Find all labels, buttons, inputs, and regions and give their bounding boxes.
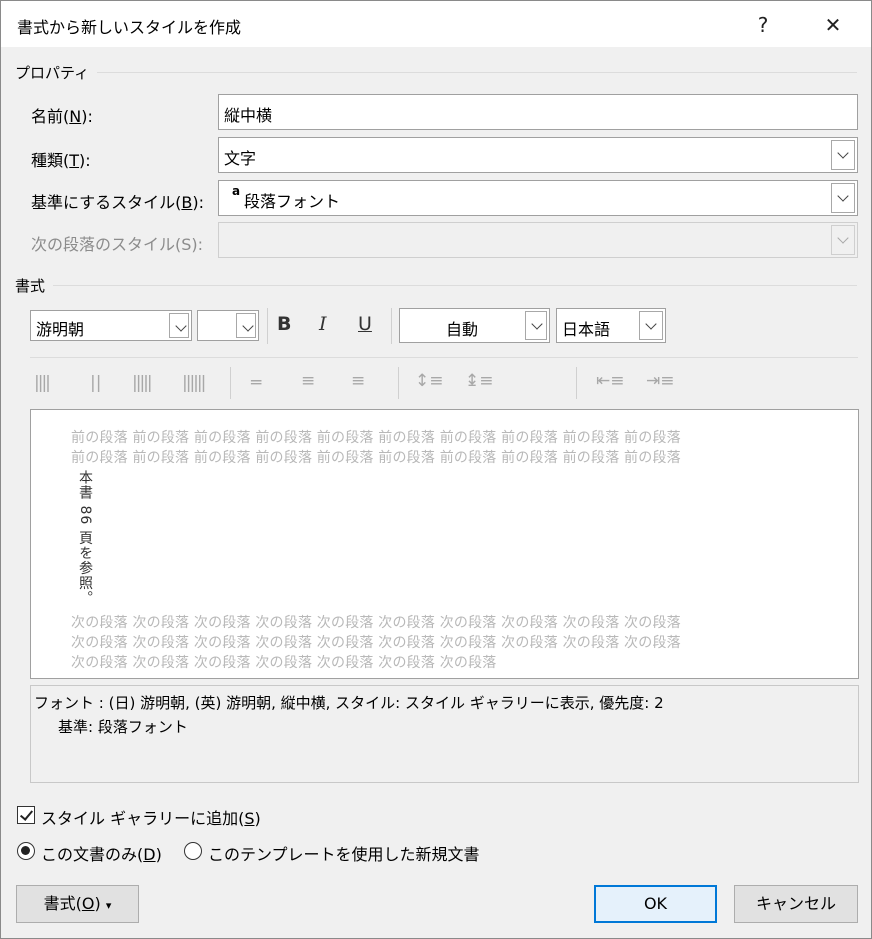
name-label: 名前(N): xyxy=(31,107,93,126)
add-to-gallery-checkbox[interactable] xyxy=(17,806,35,824)
chevron-down-icon[interactable] xyxy=(236,313,256,338)
name-input-value: 縦中横 xyxy=(224,106,273,125)
chevron-down-icon[interactable] xyxy=(831,183,855,213)
description-line: フォント : (日) 游明朝, (英) 游明朝, 縦中横, スタイル: スタイル… xyxy=(34,694,664,712)
format-divider xyxy=(53,285,857,286)
align-distributed-icon: |||| xyxy=(34,373,51,393)
toolbar-separator xyxy=(576,367,577,399)
chevron-down-icon xyxy=(831,225,855,255)
preview-next-line: 次の段落 次の段落 次の段落 次の段落 次の段落 次の段落 次の段落 xyxy=(71,655,497,671)
toolbar-separator xyxy=(267,308,268,344)
name-input[interactable]: 縦中横 xyxy=(218,94,858,130)
properties-divider xyxy=(97,72,857,73)
only-this-doc-label[interactable]: この文書のみ(D) xyxy=(41,841,162,865)
properties-section-label: プロパティ xyxy=(15,64,90,82)
type-select[interactable]: 文字 xyxy=(218,137,858,173)
toolbar-divider xyxy=(30,357,858,358)
align-spread-icon: |||||| xyxy=(182,373,206,393)
ok-button[interactable]: OK xyxy=(594,885,717,923)
base-style-select[interactable]: a 段落フォント xyxy=(218,180,858,216)
help-button[interactable]: ? xyxy=(741,9,785,41)
preview-next-line: 次の段落 次の段落 次の段落 次の段落 次の段落 次の段落 次の段落 次の段落 … xyxy=(71,615,681,631)
description-line: 基準: 段落フォント xyxy=(58,718,188,736)
preview-vertical-text: 本書 86 頁を参照。 xyxy=(77,470,93,606)
chevron-down-icon[interactable] xyxy=(169,313,189,338)
new-docs-radio[interactable] xyxy=(184,842,202,860)
base-style-value: 段落フォント xyxy=(244,192,341,211)
preview-prev-line: 前の段落 前の段落 前の段落 前の段落 前の段落 前の段落 前の段落 前の段落 … xyxy=(71,430,681,446)
cancel-button[interactable]: キャンセル xyxy=(734,885,858,923)
add-to-gallery-label[interactable]: スタイル ギャラリーに追加(S) xyxy=(41,805,261,829)
chevron-down-icon[interactable] xyxy=(639,311,663,340)
toolbar-separator xyxy=(230,367,231,399)
only-this-doc-radio[interactable] xyxy=(17,842,35,860)
increase-indent-icon: ⇥≡ xyxy=(646,371,675,391)
style-description: フォント : (日) 游明朝, (英) 游明朝, 縦中横, スタイル: スタイル… xyxy=(30,685,859,783)
spacing-double-icon: ≡ xyxy=(351,371,366,391)
toolbar-separator xyxy=(391,308,392,344)
type-select-value: 文字 xyxy=(224,149,257,168)
close-button[interactable]: ✕ xyxy=(811,9,855,41)
font-size-select[interactable] xyxy=(197,310,259,341)
spacing-single-icon: ═ xyxy=(251,373,262,393)
preview-next-line: 次の段落 次の段落 次の段落 次の段落 次の段落 次の段落 次の段落 次の段落 … xyxy=(71,635,681,651)
preview-prev-line: 前の段落 前の段落 前の段落 前の段落 前の段落 前の段落 前の段落 前の段落 … xyxy=(71,450,681,466)
bold-button[interactable]: B xyxy=(277,313,291,335)
font-color-value: 自動 xyxy=(446,320,479,339)
format-menu-button[interactable]: 書式(O) ▾ xyxy=(16,885,139,923)
chevron-down-icon[interactable] xyxy=(525,311,547,340)
dialog-title: 書式から新しいスタイルを作成 xyxy=(17,18,242,37)
title-bar: 書式から新しいスタイルを作成 ? ✕ xyxy=(1,1,871,47)
space-before-increase-icon: ↕≡ xyxy=(415,371,444,391)
character-style-icon: a xyxy=(232,184,241,198)
language-select[interactable]: 日本語 xyxy=(556,308,666,343)
language-value: 日本語 xyxy=(562,320,611,339)
italic-button[interactable]: I xyxy=(319,313,327,335)
spacing-onehalf-icon: ≡ xyxy=(301,371,316,391)
create-style-dialog: 書式から新しいスタイルを作成 ? ✕ プロパティ 名前(N): 縦中横 種類(T… xyxy=(0,0,872,939)
font-color-select[interactable]: 自動 xyxy=(399,308,550,343)
style-preview: 前の段落 前の段落 前の段落 前の段落 前の段落 前の段落 前の段落 前の段落 … xyxy=(30,409,859,679)
decrease-indent-icon: ⇤≡ xyxy=(596,371,625,391)
font-value: 游明朝 xyxy=(36,320,85,339)
format-section-label: 書式 xyxy=(15,277,46,295)
new-docs-label[interactable]: このテンプレートを使用した新規文書 xyxy=(208,841,480,865)
type-label: 種類(T): xyxy=(31,151,91,170)
space-before-decrease-icon: ↨≡ xyxy=(465,371,494,391)
underline-button[interactable]: U xyxy=(358,313,372,335)
align-center-icon: || xyxy=(90,373,102,393)
next-style-select[interactable] xyxy=(218,222,858,258)
caret-down-icon: ▾ xyxy=(105,899,112,912)
base-style-label: 基準にするスタイル(B): xyxy=(31,193,205,212)
chevron-down-icon[interactable] xyxy=(831,140,855,170)
align-justify-icon: ||||| xyxy=(132,373,153,393)
toolbar-separator xyxy=(398,367,399,399)
next-style-label: 次の段落のスタイル(S): xyxy=(31,235,204,254)
font-select[interactable]: 游明朝 xyxy=(30,310,192,341)
